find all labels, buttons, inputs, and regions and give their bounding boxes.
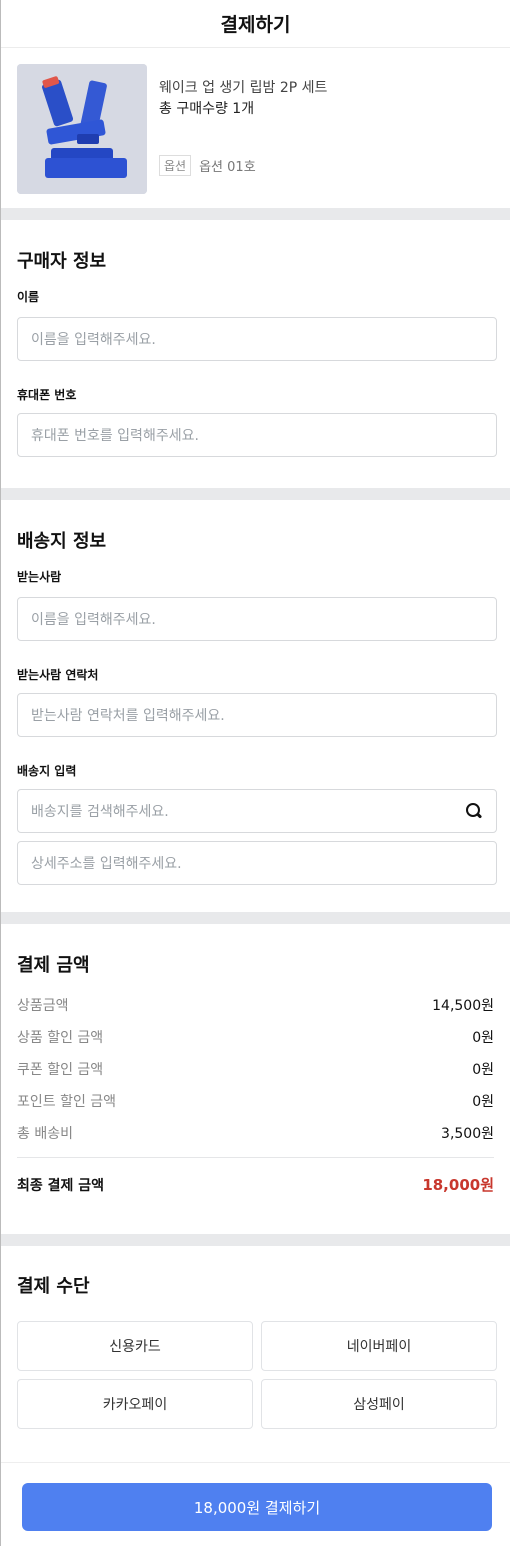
payment-method-grid: 신용카드 네이버페이 카카오페이 삼성페이 <box>17 1321 497 1429</box>
amount-row-value: 0원 <box>472 1030 494 1046</box>
address-label: 배송지 입력 <box>17 764 77 778</box>
search-icon[interactable] <box>465 802 483 820</box>
address-detail-input[interactable]: 상세주소를 입력해주세요. <box>17 841 497 885</box>
final-total-row: 최종 결제 금액 18,000원 <box>17 1174 494 1195</box>
product-quantity: 총 구매수량 1개 <box>159 101 255 117</box>
buyer-phone-placeholder: 휴대폰 번호를 입력해주세요. <box>31 428 199 444</box>
payment-method-title: 결제 수단 <box>17 1276 90 1297</box>
address-detail-placeholder: 상세주소를 입력해주세요. <box>31 856 182 872</box>
pay-kakao-pay-button[interactable]: 카카오페이 <box>17 1379 253 1429</box>
amount-row-label: 상품금액 <box>17 998 69 1014</box>
recipient-contact-input[interactable]: 받는사람 연락처를 입력해주세요. <box>17 693 497 737</box>
amount-row-value: 14,500원 <box>432 998 494 1014</box>
product-info: 웨이크 업 생기 립밤 2P 세트 총 구매수량 1개 옵션 옵션 01호 <box>159 64 327 192</box>
buyer-name-label: 이름 <box>17 290 40 304</box>
amount-row-product: 상품금액 14,500원 <box>17 989 494 1021</box>
page-title: 결제하기 <box>220 14 291 36</box>
section-divider <box>1 488 510 500</box>
recipient-input[interactable]: 이름을 입력해주세요. <box>17 597 497 641</box>
amount-row-value: 0원 <box>472 1094 494 1110</box>
page-header: 결제하기 <box>1 0 510 48</box>
recipient-label: 받는사람 <box>17 570 62 584</box>
section-divider <box>1 208 510 220</box>
amount-row-point-discount: 포인트 할인 금액 0원 <box>17 1085 494 1117</box>
recipient-contact-label: 받는사람 연락처 <box>17 668 99 682</box>
payment-amount-title: 결제 금액 <box>17 955 90 976</box>
buyer-name-input[interactable]: 이름을 입력해주세요. <box>17 317 497 361</box>
product-summary: 웨이크 업 생기 립밤 2P 세트 총 구매수량 1개 옵션 옵션 01호 <box>1 48 510 208</box>
amount-row-coupon-discount: 쿠폰 할인 금액 0원 <box>17 1053 494 1085</box>
shipping-info-section: 배송지 정보 받는사람 이름을 입력해주세요. 받는사람 연락처 받는사람 연락… <box>1 500 510 912</box>
amount-row-label: 총 배송비 <box>17 1126 73 1142</box>
address-search-placeholder: 배송지를 검색해주세요. <box>31 804 169 820</box>
amount-rows: 상품금액 14,500원 상품 할인 금액 0원 쿠폰 할인 금액 0원 포인트… <box>17 989 494 1158</box>
lipbalm-product-image <box>17 64 147 194</box>
amount-row-product-discount: 상품 할인 금액 0원 <box>17 1021 494 1053</box>
buyer-info-section: 구매자 정보 이름 이름을 입력해주세요. 휴대폰 번호 휴대폰 번호를 입력해… <box>1 220 510 488</box>
final-total-value: 18,000원 <box>422 1176 494 1194</box>
address-search-input[interactable]: 배송지를 검색해주세요. <box>17 789 497 833</box>
option-tag: 옵션 <box>159 155 192 176</box>
amount-row-label: 상품 할인 금액 <box>17 1030 104 1046</box>
amount-row-shipping: 총 배송비 3,500원 <box>17 1117 494 1149</box>
section-divider <box>1 1234 510 1246</box>
product-option: 옵션 옵션 01호 <box>159 155 327 176</box>
pay-naver-pay-button[interactable]: 네이버페이 <box>261 1321 497 1371</box>
shipping-section-title: 배송지 정보 <box>17 531 107 552</box>
checkout-submit-button[interactable]: 18,000원 결제하기 <box>22 1483 492 1531</box>
bottom-action-bar: 18,000원 결제하기 <box>1 1462 510 1546</box>
amount-row-label: 쿠폰 할인 금액 <box>17 1062 104 1078</box>
amount-row-label: 포인트 할인 금액 <box>17 1094 117 1110</box>
recipient-contact-placeholder: 받는사람 연락처를 입력해주세요. <box>31 708 225 724</box>
amount-row-value: 3,500원 <box>441 1126 494 1142</box>
pay-credit-card-button[interactable]: 신용카드 <box>17 1321 253 1371</box>
buyer-name-placeholder: 이름을 입력해주세요. <box>31 332 156 348</box>
buyer-section-title: 구매자 정보 <box>17 251 107 272</box>
buyer-phone-label: 휴대폰 번호 <box>17 388 77 402</box>
amount-row-value: 0원 <box>472 1062 494 1078</box>
buyer-phone-input[interactable]: 휴대폰 번호를 입력해주세요. <box>17 413 497 457</box>
option-value: 옵션 01호 <box>199 160 256 175</box>
payment-method-section: 결제 수단 신용카드 네이버페이 카카오페이 삼성페이 <box>1 1246 510 1429</box>
section-divider <box>1 912 510 924</box>
final-total-label: 최종 결제 금액 <box>17 1177 105 1194</box>
recipient-placeholder: 이름을 입력해주세요. <box>31 612 156 628</box>
pay-samsung-pay-button[interactable]: 삼성페이 <box>261 1379 497 1429</box>
payment-amount-section: 결제 금액 상품금액 14,500원 상품 할인 금액 0원 쿠폰 할인 금액 … <box>1 924 510 1234</box>
product-name: 웨이크 업 생기 립밤 2P 세트 <box>159 80 328 96</box>
